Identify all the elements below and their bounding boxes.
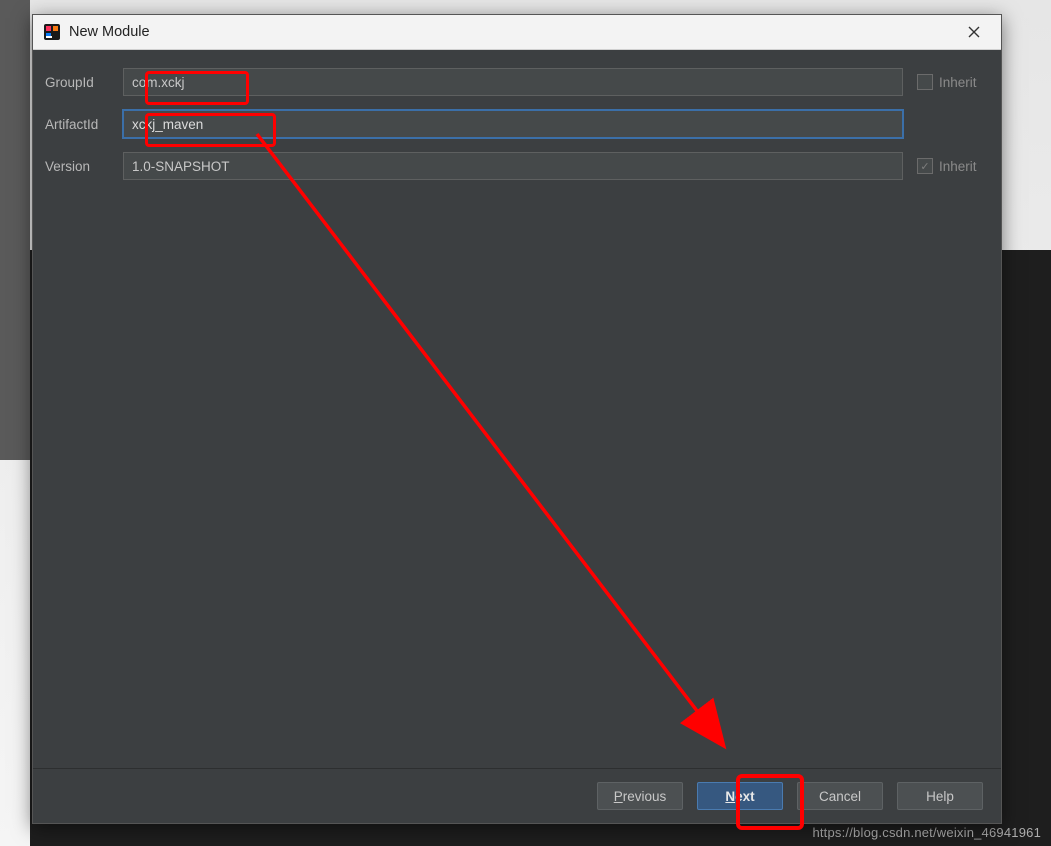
titlebar: New Module xyxy=(33,15,1001,50)
intellij-icon xyxy=(43,23,61,41)
dialog-content: GroupId Inherit ArtifactId Inherit Versi… xyxy=(33,50,1001,768)
close-icon[interactable] xyxy=(957,15,991,49)
inherit-label: Inherit xyxy=(939,159,977,174)
dialog-title: New Module xyxy=(69,24,150,40)
version-input[interactable] xyxy=(123,152,903,180)
artifactid-input[interactable] xyxy=(123,110,903,138)
next-button[interactable]: Next xyxy=(697,782,783,810)
previous-button[interactable]: Previous xyxy=(597,782,683,810)
version-label: Version xyxy=(43,159,123,174)
help-button[interactable]: Help xyxy=(897,782,983,810)
groupid-row: GroupId Inherit xyxy=(43,68,991,96)
inherit-label: Inherit xyxy=(939,75,977,90)
artifactid-label: ArtifactId xyxy=(43,117,123,132)
groupid-label: GroupId xyxy=(43,75,123,90)
artifactid-row: ArtifactId Inherit xyxy=(43,110,991,138)
groupid-input[interactable] xyxy=(123,68,903,96)
version-row: Version ✓ Inherit xyxy=(43,152,991,180)
version-inherit[interactable]: ✓ Inherit xyxy=(903,158,991,174)
checkbox-checked-icon[interactable]: ✓ xyxy=(917,158,933,174)
bg-strip xyxy=(0,0,30,460)
groupid-inherit[interactable]: Inherit xyxy=(903,74,991,90)
watermark-text: https://blog.csdn.net/weixin_46941961 xyxy=(812,825,1041,840)
checkbox-icon[interactable] xyxy=(917,74,933,90)
dialog-footer: Previous Next Cancel Help xyxy=(33,768,1001,823)
new-module-dialog: New Module GroupId Inherit ArtifactId In… xyxy=(32,14,1002,824)
cancel-button[interactable]: Cancel xyxy=(797,782,883,810)
